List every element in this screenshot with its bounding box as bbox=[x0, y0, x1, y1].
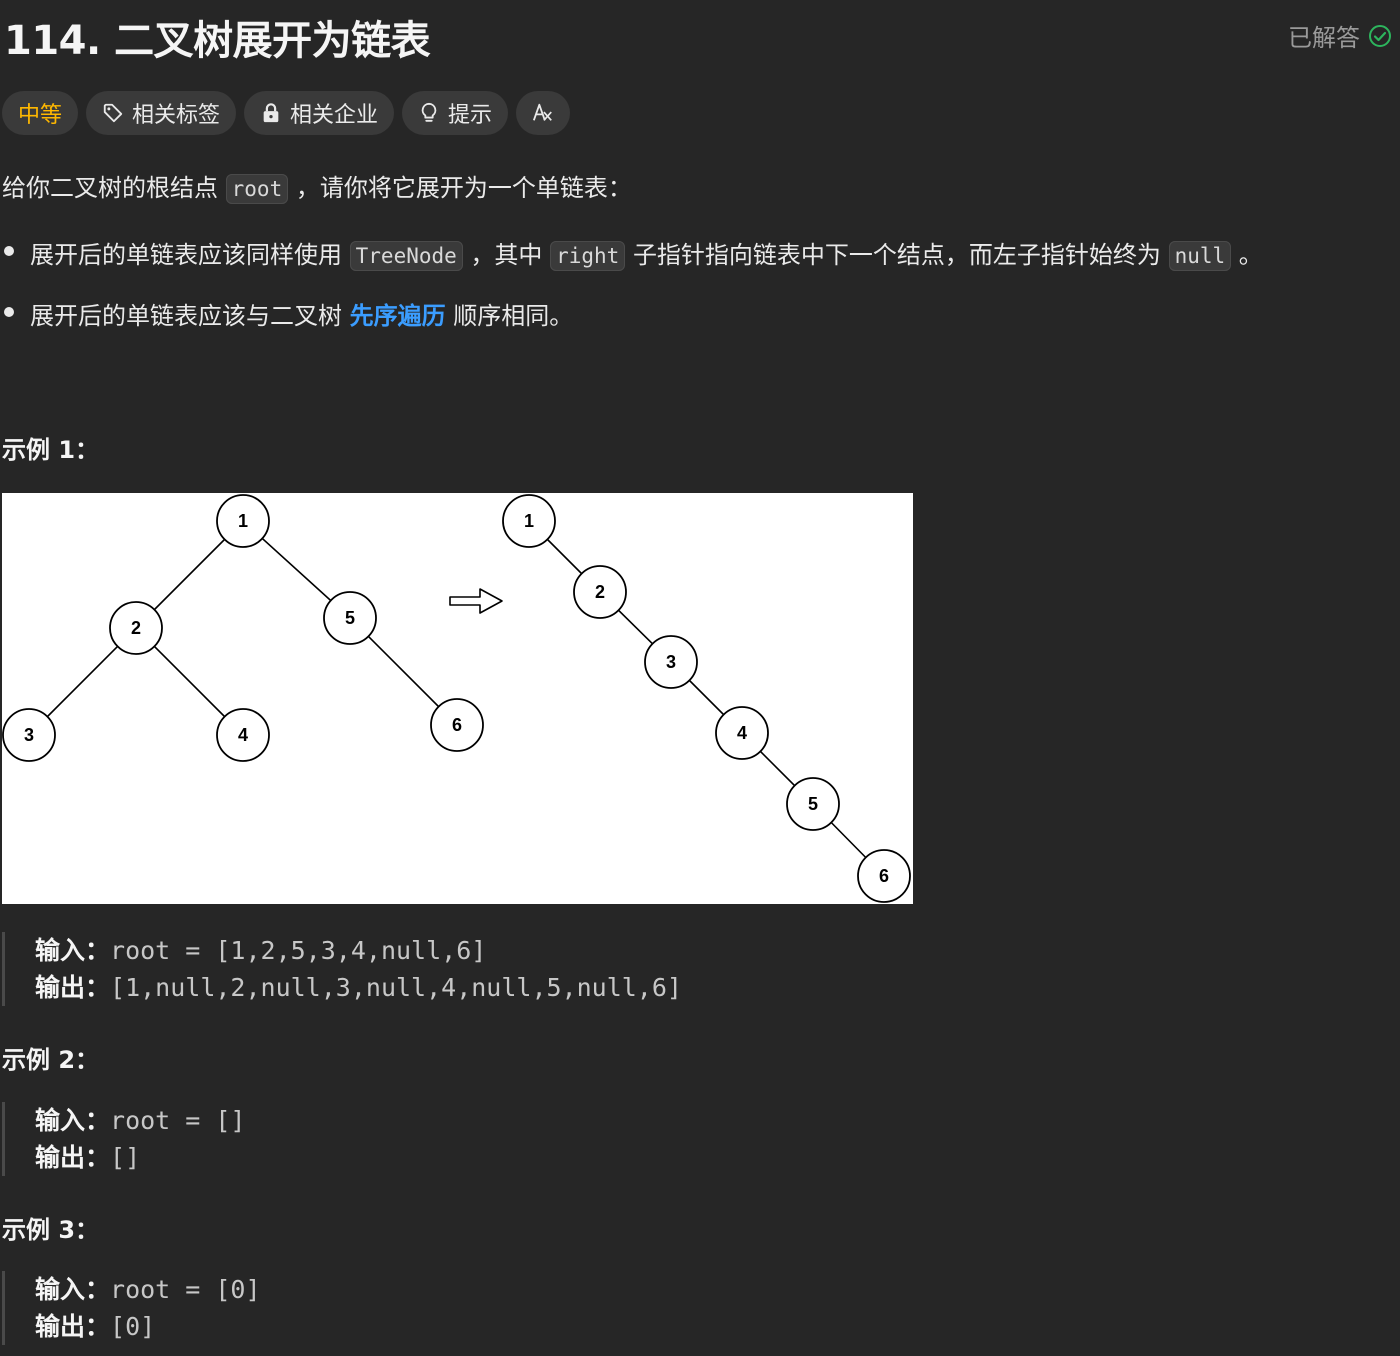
node-label: 1 bbox=[238, 511, 248, 531]
list-node: 4 bbox=[715, 706, 769, 760]
bullet1-mid2: 子指针指向链表中下一个结点，而左子指针始终为 bbox=[632, 241, 1161, 269]
bullet1-pre: 展开后的单链表应该同样使用 bbox=[30, 241, 342, 269]
tag-bar: 中等 相关标签 相关企业 提示 bbox=[2, 91, 571, 135]
translate-icon bbox=[533, 103, 552, 121]
solved-label: 已解答 bbox=[1288, 24, 1360, 52]
example-3-output: [0] bbox=[110, 1312, 156, 1341]
bullet-dot bbox=[4, 307, 14, 317]
list-node: 6 bbox=[857, 849, 911, 903]
example-1-figure: 1 2 5 3 4 6 1 2 3 4 5 6 bbox=[2, 493, 913, 904]
input-label: 输入： bbox=[35, 1106, 111, 1135]
example-3-io: 输入：root = [0] 输出：[0] bbox=[2, 1271, 261, 1345]
bullet-item-2: 展开后的单链表应该与二叉树 先序遍历 顺序相同。 bbox=[30, 296, 573, 331]
difficulty-badge[interactable]: 中等 bbox=[2, 91, 79, 135]
hint-label: 提示 bbox=[448, 103, 493, 128]
code-root: root bbox=[225, 174, 289, 204]
tree-node: 3 bbox=[2, 708, 56, 762]
example-3-input-line: 输入：root = [0] bbox=[35, 1271, 261, 1308]
intro-text-post: ，请你将它展开为一个单链表： bbox=[295, 174, 632, 202]
example-1-input: root = [1,2,5,3,4,null,6] bbox=[110, 936, 487, 965]
node-label: 6 bbox=[879, 866, 889, 886]
example-3-input: root = [0] bbox=[110, 1275, 261, 1304]
example-2-input: root = [] bbox=[110, 1106, 246, 1135]
intro-paragraph: 给你二叉树的根结点 root ，请你将它展开为一个单链表： bbox=[2, 168, 632, 204]
code-null: null bbox=[1168, 241, 1232, 271]
node-label: 4 bbox=[737, 723, 747, 743]
node-label: 2 bbox=[131, 618, 141, 638]
check-circle-icon bbox=[1369, 24, 1391, 47]
tree-node: 5 bbox=[323, 591, 377, 645]
node-label: 4 bbox=[238, 725, 248, 745]
code-right: right bbox=[550, 241, 626, 271]
example-3-heading: 示例 3： bbox=[2, 1216, 100, 1244]
example-1-heading: 示例 1： bbox=[2, 436, 100, 464]
bullet1-post: 。 bbox=[1238, 241, 1263, 269]
related-companies-button[interactable]: 相关企业 bbox=[244, 91, 395, 135]
example-1-input-line: 输入：root = [1,2,5,3,4,null,6] bbox=[35, 932, 682, 969]
code-treenode: TreeNode bbox=[349, 241, 463, 271]
example-2-io: 输入：root = [] 输出：[] bbox=[2, 1102, 245, 1176]
bullet-dot bbox=[4, 246, 14, 256]
lock-icon bbox=[263, 103, 279, 123]
input-label: 输入： bbox=[35, 1275, 111, 1304]
list-node: 5 bbox=[786, 777, 840, 831]
tree-node: 1 bbox=[216, 494, 270, 548]
example-2-input-line: 输入：root = [] bbox=[35, 1102, 245, 1139]
node-label: 2 bbox=[595, 582, 605, 602]
related-tags-button[interactable]: 相关标签 bbox=[86, 91, 237, 135]
input-label: 输入： bbox=[35, 936, 111, 965]
node-label: 3 bbox=[24, 725, 34, 745]
example-3-output-line: 输出：[0] bbox=[35, 1308, 261, 1345]
related-companies-label: 相关企业 bbox=[290, 103, 379, 128]
example-2-output: [] bbox=[110, 1143, 141, 1172]
tree-node: 2 bbox=[109, 601, 163, 655]
tree-diagram: 1 2 5 3 4 6 1 2 3 4 5 6 bbox=[2, 494, 911, 903]
list-node: 3 bbox=[644, 635, 698, 689]
translate-button[interactable] bbox=[516, 91, 571, 135]
output-label: 输出： bbox=[35, 1143, 111, 1172]
difficulty-label: 中等 bbox=[18, 103, 63, 128]
tree-node: 6 bbox=[430, 698, 484, 752]
output-label: 输出： bbox=[35, 973, 111, 1002]
hint-button[interactable]: 提示 bbox=[402, 91, 509, 135]
node-label: 5 bbox=[808, 794, 818, 814]
example-1-io: 输入：root = [1,2,5,3,4,null,6] 输出：[1,null,… bbox=[2, 932, 682, 1006]
node-label: 1 bbox=[524, 511, 534, 531]
bullet1-mid1: ，其中 bbox=[470, 241, 543, 269]
node-label: 6 bbox=[452, 715, 462, 735]
problem-title: 114. 二叉树展开为链表 bbox=[4, 18, 431, 64]
node-label: 3 bbox=[666, 652, 676, 672]
bullet2-post: 顺序相同。 bbox=[453, 302, 574, 330]
example-1-output-line: 输出：[1,null,2,null,3,null,4,null,5,null,6… bbox=[35, 969, 682, 1006]
related-tags-label: 相关标签 bbox=[132, 103, 221, 128]
preorder-link[interactable]: 先序遍历 bbox=[350, 302, 446, 330]
example-2-heading: 示例 2： bbox=[2, 1046, 100, 1074]
output-label: 输出： bbox=[35, 1312, 111, 1341]
list-node: 1 bbox=[502, 494, 556, 548]
example-1-output: [1,null,2,null,3,null,4,null,5,null,6] bbox=[110, 973, 682, 1002]
bullet-item-1: 展开后的单链表应该同样使用 TreeNode ，其中 right 子指针指向链表… bbox=[30, 235, 1263, 271]
lightbulb-icon bbox=[421, 102, 437, 122]
tree-node: 4 bbox=[216, 708, 270, 762]
list-node: 2 bbox=[573, 565, 627, 619]
tag-icon bbox=[103, 103, 123, 123]
left-tree-nodes: 1 2 5 3 4 6 bbox=[2, 494, 484, 762]
intro-text-pre: 给你二叉树的根结点 bbox=[2, 174, 218, 202]
example-2-output-line: 输出：[] bbox=[35, 1139, 245, 1176]
arrow-right-icon bbox=[449, 588, 503, 614]
solved-status: 已解答 bbox=[1288, 18, 1392, 53]
bullet2-pre: 展开后的单链表应该与二叉树 bbox=[30, 302, 342, 330]
node-label: 5 bbox=[345, 608, 355, 628]
